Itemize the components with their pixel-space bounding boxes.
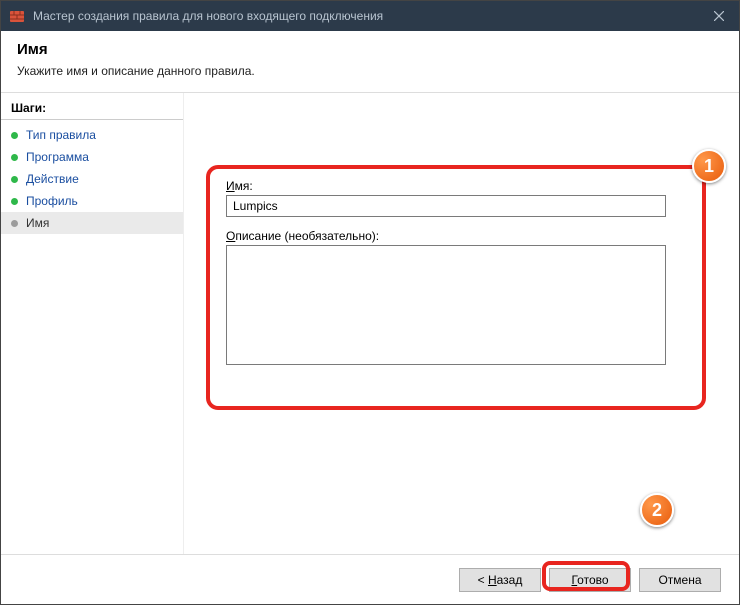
window-title: Мастер создания правила для нового входя… <box>33 9 383 23</box>
cancel-button[interactable]: Отмена <box>639 568 721 592</box>
content-pane: Имя: Описание (необязательно): 1 2 <box>184 93 739 554</box>
step-label: Профиль <box>26 194 78 208</box>
back-button[interactable]: < Назад <box>459 568 541 592</box>
bullet-icon <box>11 132 18 139</box>
bullet-icon <box>11 176 18 183</box>
step-profile[interactable]: Профиль <box>1 190 183 212</box>
description-input[interactable] <box>226 245 666 365</box>
annotation-badge-1: 1 <box>692 149 726 183</box>
name-form: Имя: Описание (необязательно): <box>226 179 686 368</box>
page-subtitle: Укажите имя и описание данного правила. <box>17 64 723 78</box>
close-button[interactable] <box>699 1 739 31</box>
annotation-badge-2: 2 <box>640 493 674 527</box>
step-label: Имя <box>26 216 49 230</box>
firewall-icon <box>9 8 25 24</box>
bullet-icon <box>11 198 18 205</box>
step-program[interactable]: Программа <box>1 146 183 168</box>
name-input[interactable] <box>226 195 666 217</box>
step-action[interactable]: Действие <box>1 168 183 190</box>
step-label: Программа <box>26 150 89 164</box>
step-rule-type[interactable]: Тип правила <box>1 124 183 146</box>
wizard-window: Мастер создания правила для нового входя… <box>0 0 740 605</box>
titlebar: Мастер создания правила для нового входя… <box>1 1 739 31</box>
bullet-icon <box>11 220 18 227</box>
step-label: Действие <box>26 172 79 186</box>
steps-sidebar: Шаги: Тип правила Программа Действие Про… <box>1 93 184 554</box>
wizard-header: Имя Укажите имя и описание данного прави… <box>1 31 739 93</box>
step-label: Тип правила <box>26 128 96 142</box>
steps-heading: Шаги: <box>1 99 183 120</box>
bullet-icon <box>11 154 18 161</box>
page-title: Имя <box>17 41 723 58</box>
wizard-footer: < Назад Готово Отмена <box>1 554 739 604</box>
finish-button[interactable]: Готово <box>549 568 631 592</box>
step-name[interactable]: Имя <box>1 212 183 234</box>
close-icon <box>714 11 724 21</box>
wizard-body: Шаги: Тип правила Программа Действие Про… <box>1 93 739 554</box>
description-label: Описание (необязательно): <box>226 229 686 243</box>
name-label: Имя: <box>226 179 686 193</box>
